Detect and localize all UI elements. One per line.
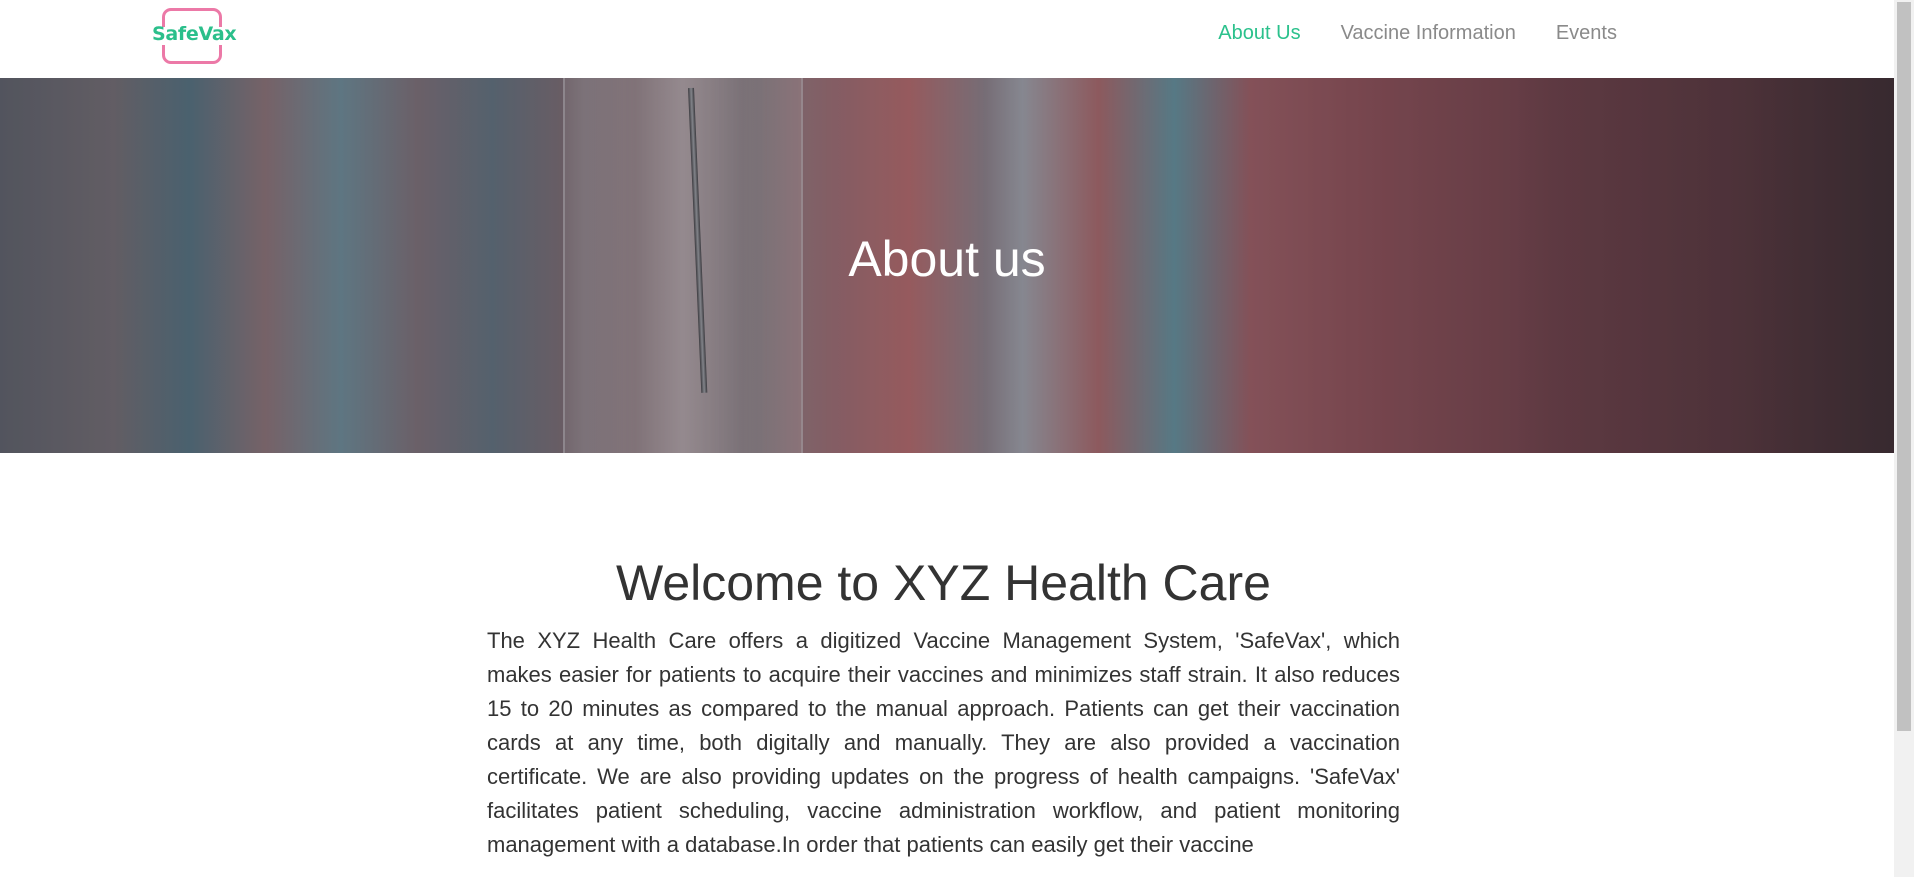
nav-link-about-us[interactable]: About Us: [1218, 22, 1300, 45]
logo-text: SafeVax: [152, 23, 237, 45]
hero-title: About us: [848, 231, 1046, 287]
vertical-scrollbar[interactable]: [1894, 0, 1914, 877]
nav-link-events[interactable]: Events: [1556, 22, 1617, 45]
hero-banner: About us: [0, 78, 1894, 453]
scrollbar-thumb[interactable]: [1897, 2, 1911, 731]
nav-link-vaccine-information[interactable]: Vaccine Information: [1341, 22, 1516, 45]
main-content: Welcome to XYZ Health Care The XYZ Healt…: [487, 548, 1400, 862]
about-paragraph: The XYZ Health Care offers a digitized V…: [487, 628, 1400, 857]
nav-links: About Us Vaccine Information Events: [1218, 22, 1617, 45]
safevax-logo[interactable]: SafeVax: [152, 8, 237, 66]
top-navbar: SafeVax About Us Vaccine Information Eve…: [0, 0, 1894, 78]
welcome-heading: Welcome to XYZ Health Care: [616, 555, 1271, 611]
